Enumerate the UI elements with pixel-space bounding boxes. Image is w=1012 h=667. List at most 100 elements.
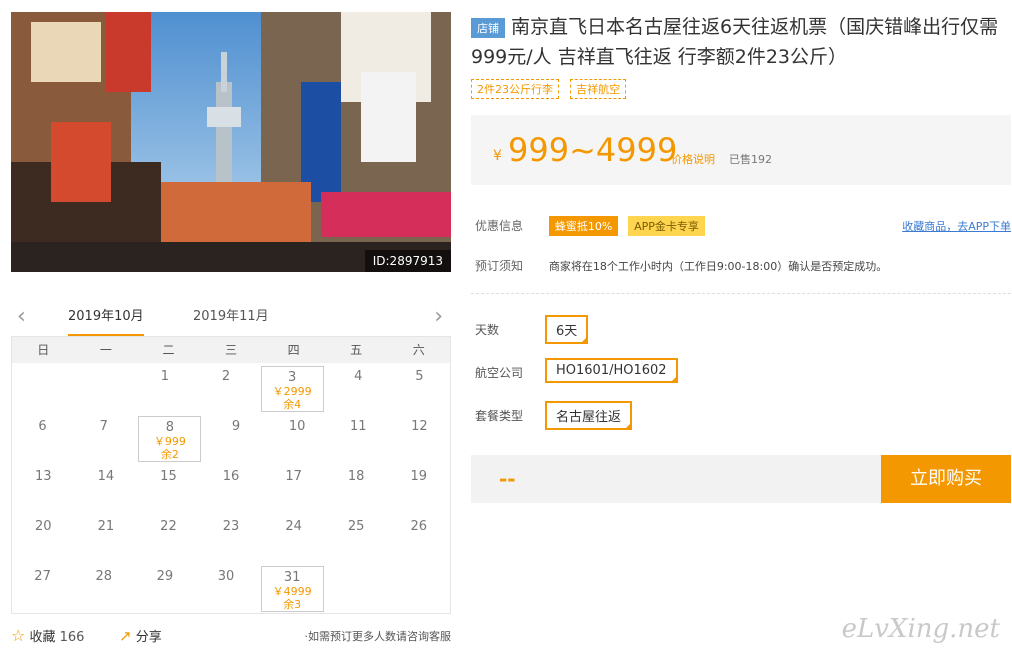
day-cell: 18: [325, 463, 388, 513]
day-cell: 6: [12, 413, 73, 463]
day-cell: 19: [387, 463, 450, 513]
day-price: ￥2999: [272, 385, 312, 398]
favorite-button[interactable]: ☆ 收藏 166: [11, 626, 84, 645]
day-price: ￥4999: [272, 585, 312, 598]
favorite-count: 166: [59, 630, 85, 645]
day-cell: 5: [389, 363, 450, 413]
empty-day: [389, 563, 450, 613]
currency-symbol: ¥: [493, 148, 502, 164]
shop-badge[interactable]: 店铺: [471, 18, 505, 38]
day-cell: 26: [387, 513, 450, 563]
day-number: 4: [354, 369, 363, 384]
favorite-app-link[interactable]: 收藏商品，去APP下单: [902, 218, 1011, 234]
day-number: 9: [231, 419, 241, 434]
day-number: 1: [160, 369, 169, 384]
empty-day: [328, 563, 389, 613]
calendar-header: ‹ 2019年10月 2019年11月 ›: [11, 300, 451, 336]
day-number: 30: [217, 569, 235, 584]
day-cell: 22: [137, 513, 200, 563]
day-number: 5: [415, 369, 424, 384]
day-number: 22: [160, 519, 177, 534]
tab-october[interactable]: 2019年10月: [68, 308, 144, 336]
day-cell: 9: [205, 413, 266, 463]
day-number: 29: [156, 569, 174, 584]
day-cell-available[interactable]: 8 ￥999 余2: [138, 416, 202, 462]
sold-count: 已售192: [729, 153, 772, 166]
days-option[interactable]: 6天: [545, 315, 589, 344]
day-cell: 16: [200, 463, 263, 513]
day-remaining: 余2: [160, 448, 179, 461]
day-number: 27: [34, 569, 51, 584]
weekday-label: 五: [350, 343, 363, 357]
day-number: 2: [221, 369, 231, 384]
days-label: 天数: [475, 323, 500, 337]
day-remaining: 余4: [283, 398, 302, 411]
day-cell: 15: [137, 463, 200, 513]
app-gold-card-badge: APP金卡专享: [628, 216, 705, 236]
day-number: 11: [350, 419, 367, 434]
notice-row: 预订须知 商家将在18个工作小时内（工作日9:00-18:00）确认是否预定成功…: [475, 257, 887, 274]
calendar-week: 20 21 22 23 24 25 26: [12, 513, 450, 563]
promo-row: 优惠信息 蜂蜜抵10% APP金卡专享: [475, 216, 705, 236]
day-number: 23: [222, 519, 240, 534]
day-cell: 23: [200, 513, 263, 563]
day-number: 3: [287, 370, 297, 385]
weekday-row: 日 一 二 三 四 五 六: [12, 337, 450, 363]
package-label: 套餐类型: [475, 409, 524, 423]
day-cell: 24: [262, 513, 325, 563]
day-number: 24: [285, 519, 302, 534]
day-cell-available[interactable]: 31 ￥4999 余3: [260, 566, 324, 612]
day-cell: 21: [75, 513, 138, 563]
calendar-week: 1 2 3 ￥2999 余4 4 5: [12, 363, 450, 413]
day-cell: 29: [134, 563, 195, 613]
buy-now-button[interactable]: 立即购买: [881, 455, 1011, 503]
day-number: 10: [288, 419, 306, 434]
product-title: 南京直飞日本名古屋往返6天往返机票（国庆错峰出行仅需999元/人 吉祥直飞往返 …: [471, 16, 999, 68]
share-icon: ↗: [119, 627, 132, 645]
empty-day: [73, 363, 134, 413]
day-cell: 17: [262, 463, 325, 513]
package-option[interactable]: 名古屋往返: [545, 401, 633, 430]
tab-november[interactable]: 2019年11月: [193, 308, 269, 334]
tag-airline: 吉祥航空: [570, 79, 627, 99]
weekday-label: 六: [412, 343, 425, 357]
total-price: --: [499, 467, 516, 491]
photo-footer: ☆ 收藏 166 ↗ 分享 ·如需预订更多人数请咨询客服: [11, 626, 451, 648]
day-number: 13: [35, 469, 52, 484]
day-remaining: 余3: [283, 598, 302, 611]
share-label: 分享: [135, 630, 162, 645]
star-icon: ☆: [11, 626, 26, 645]
notice-label: 预订须知: [475, 259, 524, 273]
day-cell: 25: [325, 513, 388, 563]
price-explain-link[interactable]: 价格说明: [671, 151, 715, 167]
share-button[interactable]: ↗ 分享: [119, 626, 162, 645]
next-month-icon[interactable]: ›: [434, 306, 443, 328]
day-number: 28: [95, 569, 112, 584]
photo-id-label: ID:2897913: [364, 250, 451, 272]
weekday-label: 一: [99, 343, 112, 357]
day-cell-available[interactable]: 3 ￥2999 余4: [260, 366, 324, 412]
section-divider: [471, 293, 1011, 294]
notice-text: 商家将在18个工作小时内（工作日9:00-18:00）确认是否预定成功。: [548, 260, 888, 273]
day-number: 19: [410, 469, 428, 484]
day-number: 7: [99, 419, 108, 434]
weekday-label: 三: [225, 343, 238, 357]
day-number: 12: [411, 419, 428, 434]
day-number: 18: [347, 469, 365, 484]
day-cell: 28: [73, 563, 134, 613]
calendar-week: 13 14 15 16 17 18 19: [12, 463, 450, 513]
day-number: 8: [165, 420, 174, 435]
day-cell: 27: [12, 563, 73, 613]
day-number: 17: [285, 469, 302, 484]
day-cell: 2: [195, 363, 256, 413]
airline-option[interactable]: HO1601/HO1602: [545, 358, 678, 383]
product-header: 店铺 南京直飞日本名古屋往返6天往返机票（国庆错峰出行仅需999元/人 吉祥直飞往…: [471, 12, 1011, 99]
calendar-grid: 日 一 二 三 四 五 六 1 2 3 ￥2999 余4 4 5 6 7 8 ￥999…: [11, 336, 451, 614]
day-number: 25: [347, 519, 365, 534]
day-number: 6: [38, 419, 47, 434]
prev-month-icon[interactable]: ‹: [17, 306, 26, 328]
day-number: 31: [283, 570, 301, 585]
site-watermark: eLvXing.net: [841, 614, 1000, 644]
price-range: 999~4999: [508, 131, 678, 169]
day-number: 21: [97, 519, 115, 534]
